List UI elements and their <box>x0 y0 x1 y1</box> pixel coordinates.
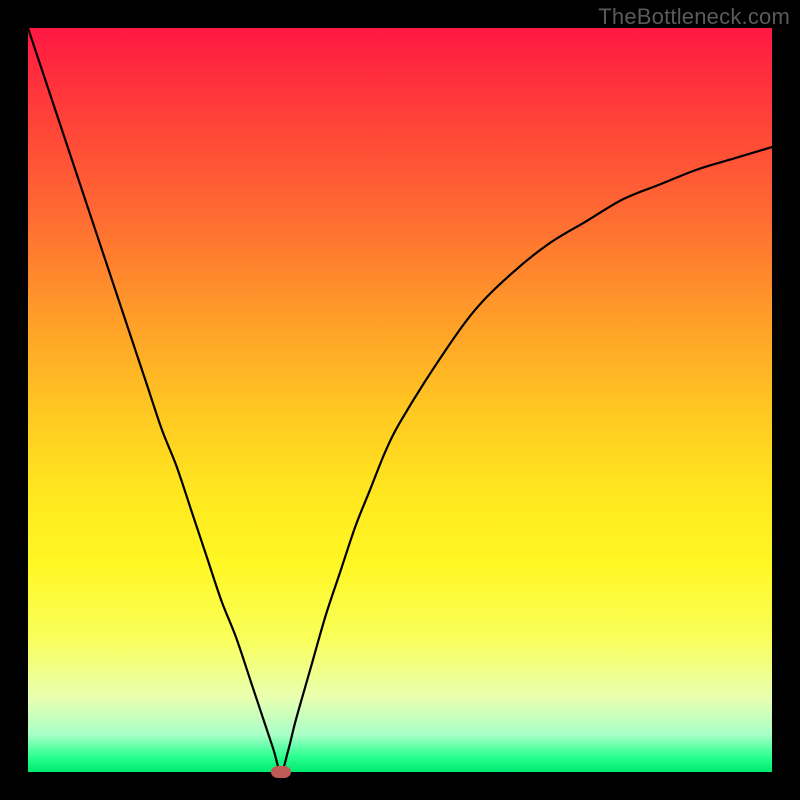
curve-path <box>28 28 772 772</box>
chart-frame: TheBottleneck.com <box>0 0 800 800</box>
chart-plot-area <box>28 28 772 772</box>
optimal-point-marker <box>271 766 291 778</box>
attribution-text: TheBottleneck.com <box>598 4 790 30</box>
bottleneck-curve <box>28 28 772 772</box>
